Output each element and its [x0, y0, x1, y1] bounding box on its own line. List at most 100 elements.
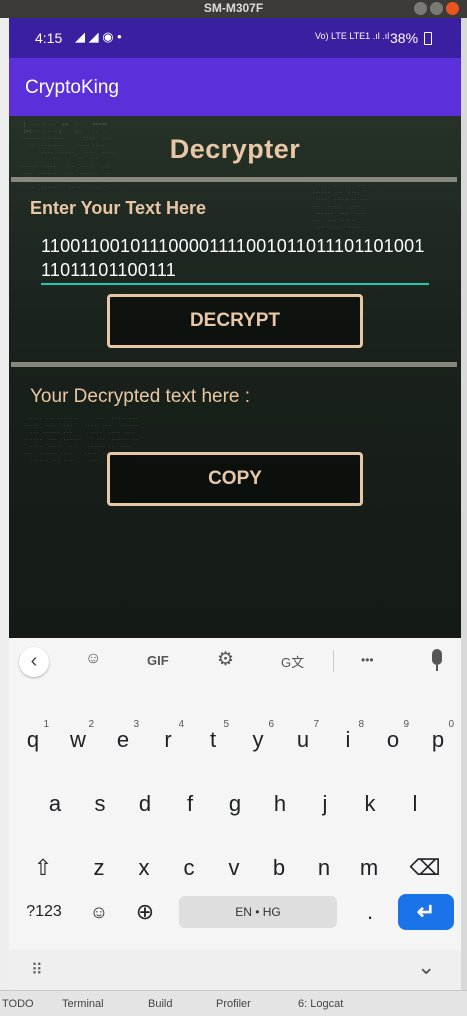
key-t[interactable]: t5 [195, 716, 231, 764]
ide-right-edge [461, 18, 467, 1015]
key-b-label: b [272, 855, 286, 880]
key-e-hint: 3 [133, 719, 139, 730]
key-m[interactable]: m [351, 844, 387, 892]
key-r[interactable]: r4 [150, 716, 186, 764]
mic-stand-icon [436, 665, 438, 671]
key-u[interactable]: u7 [285, 716, 321, 764]
key-v[interactable]: v [216, 844, 252, 892]
key-b[interactable]: b [261, 844, 297, 892]
key-k[interactable]: k [352, 780, 388, 828]
key-p-label: p [431, 727, 445, 752]
profiler-tab[interactable]: Profiler [216, 998, 251, 1010]
app-title: CryptoKing [25, 77, 119, 98]
key-i-label: i [345, 727, 351, 752]
maximize-icon[interactable] [430, 2, 443, 15]
shift-key[interactable]: ⇧ [25, 844, 61, 892]
key-e-label: e [116, 727, 130, 752]
divider-middle [11, 362, 457, 367]
enter-key[interactable]: ↵ [398, 894, 454, 930]
keyboard-toolbar: ‹ ☺ GIF ⚙ G文 ••• [9, 638, 461, 686]
background-code-texture-right: --- - -- --- --- - ---- -- -- - --- --- --- -… [309, 176, 370, 231]
close-icon[interactable] [446, 2, 459, 15]
key-o-label: o [386, 727, 400, 752]
minimize-icon[interactable] [414, 2, 427, 15]
globe-icon[interactable]: ⊕ [127, 888, 163, 936]
input-label: Enter Your Text Here [30, 198, 207, 218]
key-c-label: c [183, 855, 195, 880]
key-f-label: f [186, 791, 194, 816]
key-s[interactable]: s [82, 780, 118, 828]
key-l[interactable]: l [397, 780, 433, 828]
key-k-label: k [364, 791, 376, 816]
period-key[interactable]: . [352, 888, 388, 936]
key-d-label: d [138, 791, 152, 816]
key-f[interactable]: f [172, 780, 208, 828]
key-a-label: a [48, 791, 62, 816]
ide-bottom-toolbar: TODO Terminal Build Profiler 6: Logcat [0, 990, 467, 1016]
key-d[interactable]: d [127, 780, 163, 828]
status-time: 4:15 [35, 30, 63, 46]
key-w-hint: 2 [88, 719, 94, 730]
mic-icon[interactable] [432, 649, 442, 665]
key-p[interactable]: p0 [420, 716, 456, 764]
translate-icon[interactable]: G文 [281, 652, 304, 671]
screen-heading: Decrypter [169, 134, 301, 164]
key-n-label: n [317, 855, 331, 880]
key-e[interactable]: e3 [105, 716, 141, 764]
key-x-label: x [138, 855, 150, 880]
battery-icon [424, 32, 432, 45]
window-titlebar: SM-M307F [0, 0, 467, 18]
window-title: SM-M307F [203, 1, 264, 15]
key-q[interactable]: q1 [15, 716, 51, 764]
decrypter-screen: | --------- ++ --- ===== |=| ------- | :… [9, 116, 461, 638]
gif-icon[interactable]: GIF [147, 653, 169, 668]
backspace-key[interactable]: ⌫ [407, 844, 443, 892]
key-p-hint: 0 [448, 719, 454, 730]
toolbar-divider [333, 650, 334, 672]
key-x[interactable]: x [126, 844, 162, 892]
key-j-label: j [322, 791, 328, 816]
key-i[interactable]: i8 [330, 716, 366, 764]
emoji-key[interactable]: ☺ [81, 888, 117, 936]
key-r-hint: 4 [178, 719, 184, 730]
status-bar: 4:15 ◢ ◢ ◉ • Vo) LTE LTE1 .ıl .ıl 38% [9, 18, 461, 58]
key-o[interactable]: o9 [375, 716, 411, 764]
ciphertext-input[interactable]: 1100110010111000011110010110111011010011… [41, 234, 425, 282]
todo-tab[interactable]: TODO [2, 998, 34, 1010]
decrypt-button[interactable]: DECRYPT [107, 294, 363, 348]
key-h[interactable]: h [262, 780, 298, 828]
key-s-label: s [94, 791, 106, 816]
key-y[interactable]: y6 [240, 716, 276, 764]
symbols-key[interactable]: ?123 [17, 888, 71, 936]
key-c[interactable]: c [171, 844, 207, 892]
key-w-label: w [70, 727, 86, 752]
key-q-hint: 1 [43, 719, 49, 730]
key-q-label: q [26, 727, 40, 752]
terminal-tab[interactable]: Terminal [62, 998, 104, 1010]
hide-keyboard-icon[interactable]: ⌄ [417, 954, 435, 980]
more-icon[interactable]: ••• [361, 653, 374, 667]
key-y-label: y [252, 727, 264, 752]
phone-screen: 4:15 ◢ ◢ ◉ • Vo) LTE LTE1 .ıl .ıl 38% Cr… [9, 18, 461, 990]
back-chevron-icon[interactable]: ‹ [19, 647, 49, 677]
key-n[interactable]: n [306, 844, 342, 892]
settings-icon[interactable]: ⚙ [217, 648, 234, 671]
key-l-label: l [412, 791, 418, 816]
build-tab[interactable]: Build [148, 998, 172, 1010]
key-w[interactable]: w2 [60, 716, 96, 764]
key-a[interactable]: a [37, 780, 73, 828]
key-z[interactable]: z [81, 844, 117, 892]
output-label: Your Decrypted text here : [30, 386, 251, 407]
key-y-hint: 6 [268, 719, 274, 730]
sticker-icon[interactable]: ☺ [85, 650, 101, 668]
copy-button[interactable]: COPY [107, 452, 363, 506]
battery-level: 38% [390, 30, 419, 46]
key-v-label: v [228, 855, 240, 880]
keyboard-grid-icon[interactable]: ⠿ [31, 960, 43, 980]
key-g[interactable]: g [217, 780, 253, 828]
key-j[interactable]: j [307, 780, 343, 828]
key-t-label: t [209, 727, 217, 752]
divider-top [11, 177, 457, 182]
logcat-tab[interactable]: 6: Logcat [298, 998, 343, 1010]
space-bar[interactable]: EN • HG [179, 896, 337, 928]
